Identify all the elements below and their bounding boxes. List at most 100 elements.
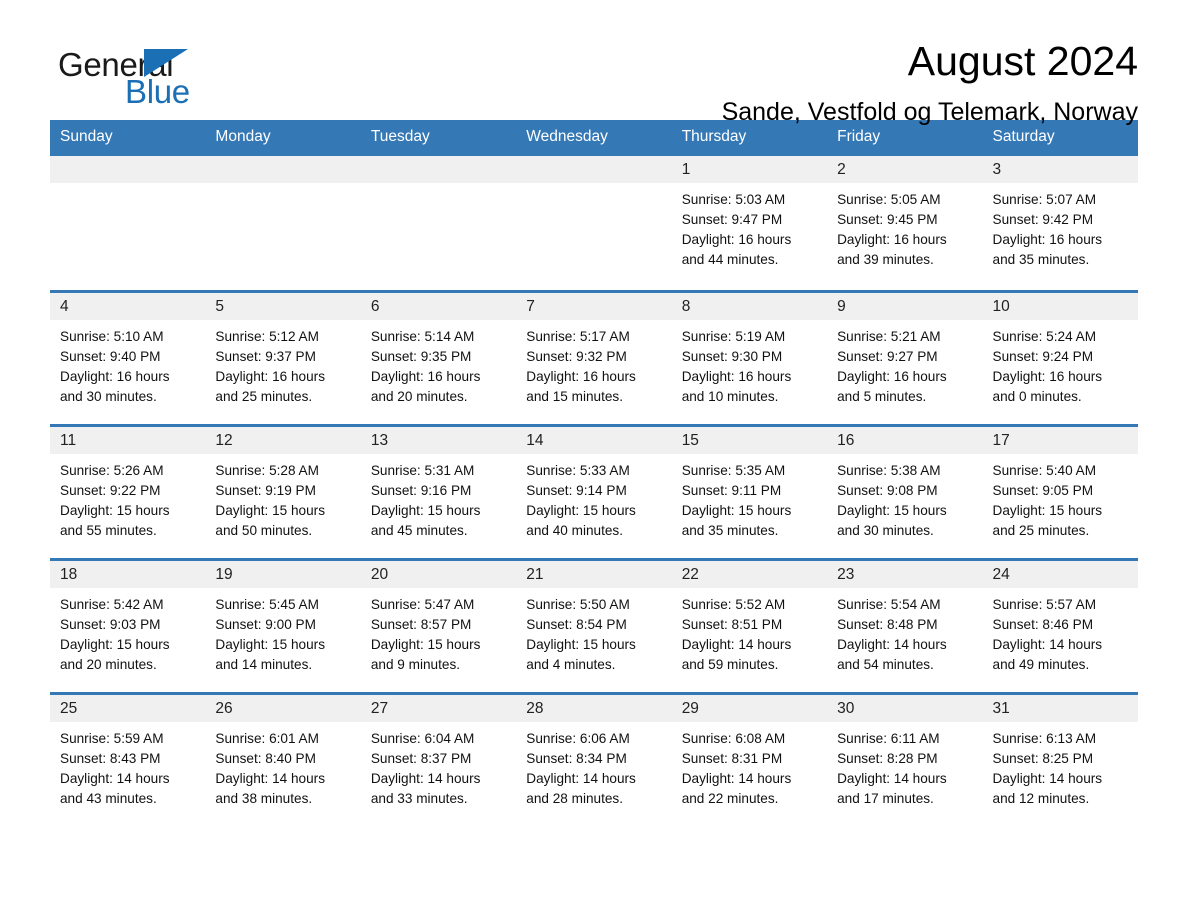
day-cell[interactable]: 29 Sunrise: 6:08 AM Sunset: 8:31 PM Dayligh… [671, 694, 828, 826]
day-cell[interactable]: 8 Sunrise: 5:19 AM Sunset: 9:30 PM Daylight… [671, 292, 828, 424]
sunrise-text: Sunrise: 5:31 AM [370, 462, 475, 478]
day-details: Sunrise: 5:50 AM Sunset: 8:54 PM Daylight:… [516, 588, 671, 675]
day-number: 1 [671, 155, 828, 183]
general-blue-logo[interactable]: General Blue [50, 40, 250, 110]
daylight-text: Daylight: 16 hours and 25 minutes. [215, 368, 325, 404]
sunset-text: Sunset: 9:24 PM [992, 348, 1094, 364]
daylight-text: Daylight: 15 hours and 45 minutes. [370, 502, 481, 538]
day-cell[interactable]: 15 Sunrise: 5:35 AM Sunset: 9:11 PM Dayligh… [671, 426, 828, 558]
day-cell[interactable]: 26 Sunrise: 6:01 AM Sunset: 8:40 PM Dayligh… [205, 694, 361, 826]
daylight-text: Daylight: 16 hours and 15 minutes. [526, 368, 636, 404]
daylight-text: Daylight: 14 hours and 43 minutes. [60, 770, 170, 806]
day-cell[interactable]: 27 Sunrise: 6:04 AM Sunset: 8:37 PM Dayligh… [360, 694, 517, 826]
sunset-text: Sunset: 8:54 PM [526, 616, 627, 632]
day-number: 15 [671, 426, 828, 454]
day-cell[interactable]: 28 Sunrise: 6:06 AM Sunset: 8:34 PM Dayligh… [516, 694, 672, 826]
daylight-text: Daylight: 16 hours and 30 minutes. [60, 368, 170, 404]
day-details: Sunrise: 5:31 AM Sunset: 9:16 PM Daylight:… [361, 454, 516, 541]
day-details: Sunrise: 5:12 AM Sunset: 9:37 PM Daylight:… [205, 320, 360, 407]
day-cell[interactable]: 31 Sunrise: 6:13 AM Sunset: 8:25 PM Dayligh… [982, 694, 1138, 826]
day-details: Sunrise: 5:24 AM Sunset: 9:24 PM Daylight:… [983, 320, 1138, 407]
daylight-text: Daylight: 15 hours and 30 minutes. [837, 502, 947, 538]
sunrise-text: Sunrise: 6:08 AM [681, 730, 786, 746]
day-number: 10 [982, 292, 1138, 320]
day-cell[interactable]: 7 Sunrise: 5:17 AM Sunset: 9:32 PM Daylight… [516, 292, 672, 424]
sunset-text: Sunset: 9:45 PM [837, 211, 938, 227]
day-cell[interactable]: 23 Sunrise: 5:54 AM Sunset: 8:48 PM Dayligh… [827, 560, 983, 692]
title-block: August 2024 Sande, Vestfold og Telemark,… [250, 39, 1138, 127]
daylight-text: Daylight: 15 hours and 9 minutes. [370, 636, 481, 672]
weekday-header-wednesday: Wednesday [526, 128, 608, 145]
weekday-header-thursday: Thursday [681, 128, 747, 145]
daylight-text: Daylight: 15 hours and 25 minutes. [992, 502, 1103, 538]
day-number: 14 [516, 426, 672, 454]
daylight-text: Daylight: 15 hours and 14 minutes. [215, 636, 325, 672]
day-cell[interactable]: 20 Sunrise: 5:47 AM Sunset: 8:57 PM Dayligh… [360, 560, 517, 692]
day-details: Sunrise: 5:03 AM Sunset: 9:47 PM Daylight:… [672, 183, 827, 270]
daylight-text: Daylight: 14 hours and 17 minutes. [837, 770, 947, 806]
day-cell[interactable]: 16 Sunrise: 5:38 AM Sunset: 9:08 PM Dayligh… [827, 426, 983, 558]
daylight-text: Daylight: 16 hours and 10 minutes. [681, 368, 792, 404]
sunrise-text: Sunrise: 5:35 AM [681, 462, 786, 478]
day-cell[interactable]: 18 Sunrise: 5:42 AM Sunset: 9:03 PM Dayligh… [50, 560, 206, 692]
day-cell[interactable]: 9 Sunrise: 5:21 AM Sunset: 9:27 PM Daylight… [827, 292, 983, 424]
day-cell[interactable]: 1 Sunrise: 5:03 AM Sunset: 9:47 PM Daylight… [671, 155, 828, 290]
sunrise-text: Sunrise: 5:59 AM [60, 730, 164, 746]
day-details: Sunrise: 5:14 AM Sunset: 9:35 PM Daylight:… [361, 320, 516, 407]
day-cell[interactable]: 6 Sunrise: 5:14 AM Sunset: 9:35 PM Daylight… [360, 292, 517, 424]
day-number: 27 [360, 694, 517, 722]
day-number: 6 [360, 292, 517, 320]
sunset-text: Sunset: 8:40 PM [215, 750, 316, 766]
sunset-text: Sunset: 8:43 PM [60, 750, 161, 766]
sunset-text: Sunset: 9:42 PM [992, 211, 1094, 227]
calendar-weeks: 1 Sunrise: 5:03 AM Sunset: 9:47 PM Daylight… [50, 155, 1138, 826]
day-cell[interactable]: 3 Sunrise: 5:07 AM Sunset: 9:42 PM Daylight… [982, 155, 1138, 290]
day-cell[interactable]: 24 Sunrise: 5:57 AM Sunset: 8:46 PM Dayligh… [982, 560, 1138, 692]
day-number: 11 [50, 426, 206, 454]
day-cell-empty [360, 155, 517, 290]
sunrise-text: Sunrise: 6:11 AM [837, 730, 940, 746]
day-number: 3 [982, 155, 1138, 183]
day-number: 8 [671, 292, 828, 320]
sunset-text: Sunset: 8:37 PM [370, 750, 472, 766]
sunset-text: Sunset: 9:30 PM [681, 348, 783, 364]
day-cell[interactable]: 10 Sunrise: 5:24 AM Sunset: 9:24 PM Dayligh… [982, 292, 1138, 424]
daylight-text: Daylight: 16 hours and 5 minutes. [837, 368, 947, 404]
day-cell[interactable]: 5 Sunrise: 5:12 AM Sunset: 9:37 PM Daylight… [205, 292, 361, 424]
daylight-text: Daylight: 14 hours and 33 minutes. [370, 770, 481, 806]
sunrise-text: Sunrise: 5:05 AM [837, 191, 941, 207]
sunset-text: Sunset: 9:03 PM [60, 616, 161, 632]
day-cell[interactable]: 17 Sunrise: 5:40 AM Sunset: 9:05 PM Dayligh… [982, 426, 1138, 558]
sunrise-text: Sunrise: 5:42 AM [60, 596, 164, 612]
calendar-week-row: 25 Sunrise: 5:59 AM Sunset: 8:43 PM Dayligh… [50, 691, 1138, 826]
day-cell[interactable]: 25 Sunrise: 5:59 AM Sunset: 8:43 PM Dayligh… [50, 694, 206, 826]
day-cell[interactable]: 22 Sunrise: 5:52 AM Sunset: 8:51 PM Dayligh… [671, 560, 828, 692]
sunset-text: Sunset: 9:11 PM [681, 482, 782, 498]
day-number: 13 [360, 426, 517, 454]
day-cell[interactable]: 21 Sunrise: 5:50 AM Sunset: 8:54 PM Dayligh… [516, 560, 672, 692]
day-cell[interactable]: 2 Sunrise: 5:05 AM Sunset: 9:45 PM Daylight… [827, 155, 983, 290]
day-cell[interactable]: 19 Sunrise: 5:45 AM Sunset: 9:00 PM Dayligh… [205, 560, 361, 692]
sunset-text: Sunset: 9:37 PM [215, 348, 316, 364]
sunset-text: Sunset: 9:40 PM [60, 348, 161, 364]
daylight-text: Daylight: 15 hours and 55 minutes. [60, 502, 170, 538]
calendar-week-row: 18 Sunrise: 5:42 AM Sunset: 9:03 PM Dayligh… [50, 557, 1138, 692]
calendar-week-row: 4 Sunrise: 5:10 AM Sunset: 9:40 PM Daylight… [50, 289, 1138, 424]
day-cell[interactable]: 14 Sunrise: 5:33 AM Sunset: 9:14 PM Dayligh… [516, 426, 672, 558]
day-details: Sunrise: 5:59 AM Sunset: 8:43 PM Daylight:… [50, 722, 205, 809]
daylight-text: Daylight: 15 hours and 20 minutes. [60, 636, 170, 672]
sunrise-text: Sunrise: 5:14 AM [370, 328, 475, 344]
day-cell[interactable]: 11 Sunrise: 5:26 AM Sunset: 9:22 PM Dayligh… [50, 426, 206, 558]
day-cell[interactable]: 13 Sunrise: 5:31 AM Sunset: 9:16 PM Dayligh… [360, 426, 517, 558]
day-number: 25 [50, 694, 206, 722]
sunrise-text: Sunrise: 5:07 AM [992, 191, 1097, 207]
day-cell[interactable]: 30 Sunrise: 6:11 AM Sunset: 8:28 PM Dayligh… [827, 694, 983, 826]
day-number: 23 [827, 560, 983, 588]
day-cell[interactable]: 12 Sunrise: 5:28 AM Sunset: 9:19 PM Dayligh… [205, 426, 361, 558]
day-number: 9 [827, 292, 983, 320]
day-cell[interactable]: 4 Sunrise: 5:10 AM Sunset: 9:40 PM Daylight… [50, 292, 206, 424]
sunset-text: Sunset: 9:47 PM [681, 211, 783, 227]
daylight-text: Daylight: 14 hours and 54 minutes. [837, 636, 947, 672]
day-number [516, 155, 672, 183]
weekday-header-monday: Monday [215, 128, 271, 145]
